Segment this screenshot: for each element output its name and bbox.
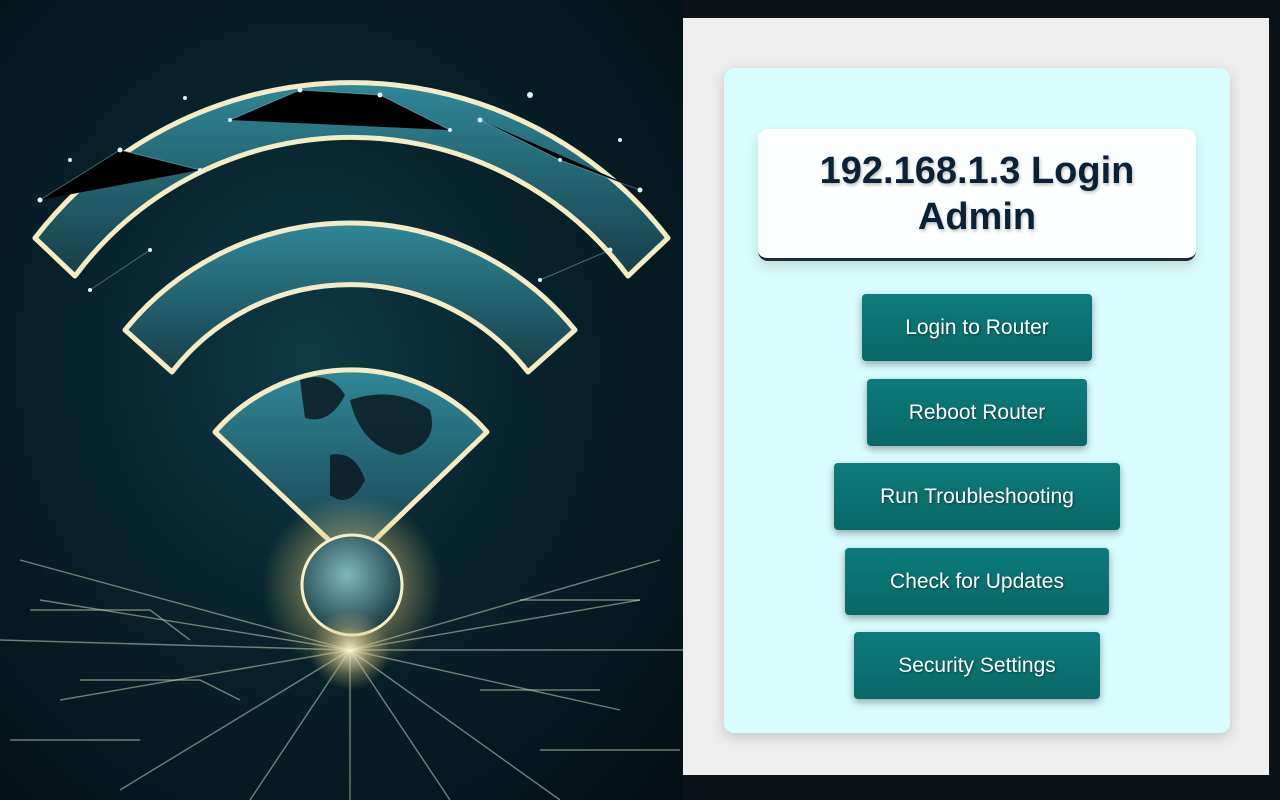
reboot-router-button[interactable]: Reboot Router — [867, 379, 1087, 446]
security-settings-button[interactable]: Security Settings — [854, 632, 1100, 699]
check-for-updates-button[interactable]: Check for Updates — [845, 548, 1109, 615]
menu-card: 192.168.1.3 Login Admin Login to Router … — [724, 68, 1230, 733]
title-box: 192.168.1.3 Login Admin — [758, 129, 1196, 261]
right-panel: 192.168.1.3 Login Admin Login to Router … — [683, 18, 1269, 775]
page-title: 192.168.1.3 Login Admin — [819, 149, 1135, 238]
run-troubleshooting-button[interactable]: Run Troubleshooting — [834, 463, 1120, 530]
hero-wifi-globe-image — [0, 0, 683, 800]
login-to-router-button[interactable]: Login to Router — [862, 294, 1092, 361]
